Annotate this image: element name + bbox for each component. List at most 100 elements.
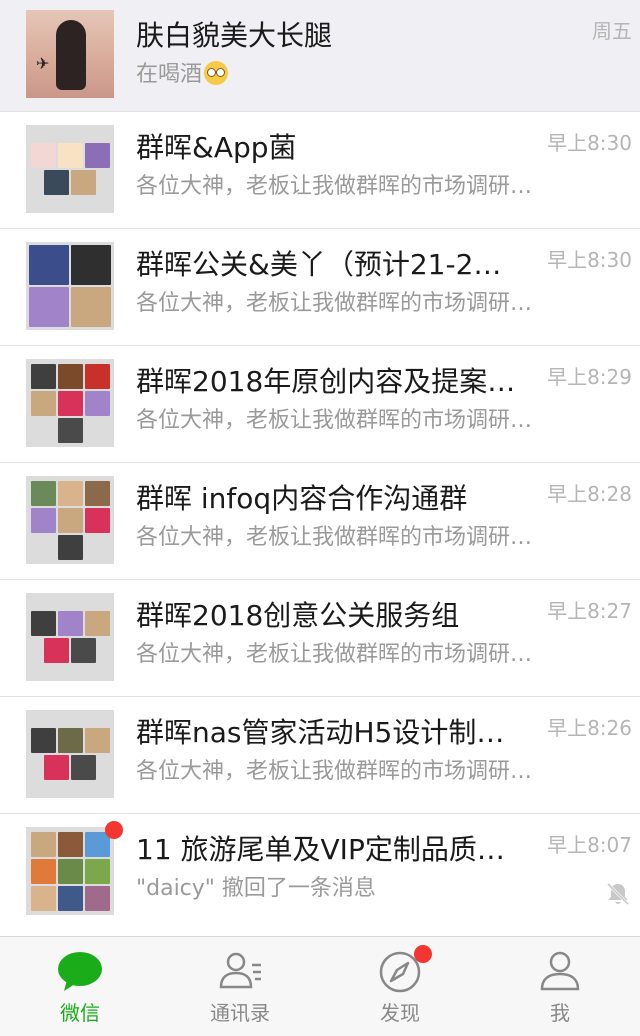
- avatar-tile: [29, 245, 69, 285]
- avatar-tile: [29, 287, 69, 327]
- chat-row-pinned[interactable]: ✈ 肤白貌美大长腿 在喝酒 周五: [0, 0, 640, 112]
- avatar-tile: [71, 287, 111, 327]
- avatar-tile: [84, 390, 110, 416]
- avatar-tile: [44, 755, 69, 780]
- discover-badge: [414, 945, 432, 963]
- group-avatar[interactable]: [26, 593, 114, 681]
- chat-time: 早上8:07: [547, 833, 632, 857]
- avatar-tile: [57, 480, 83, 506]
- avatar-tile: [30, 728, 56, 753]
- tab-label: 通讯录: [210, 1001, 270, 1025]
- tab-wechat[interactable]: 微信: [0, 937, 160, 1036]
- avatar-tile: [57, 858, 83, 884]
- avatar-tile: [84, 480, 110, 506]
- avatar-grid: [29, 245, 111, 327]
- group-avatar[interactable]: [26, 242, 114, 330]
- wechat-app: ✈ 肤白貌美大长腿 在喝酒 周五 群晖&App菌 各位大神，老板让我做群晖的市场…: [0, 0, 640, 1036]
- person-icon: [540, 951, 580, 991]
- group-avatar[interactable]: [26, 359, 114, 447]
- avatar-tile: [57, 363, 83, 389]
- flushed-face-emoji-icon: [204, 61, 229, 85]
- avatar-tile: [84, 611, 110, 636]
- chat-list: ✈ 肤白貌美大长腿 在喝酒 周五 群晖&App菌 各位大神，老板让我做群晖的市场…: [0, 0, 640, 936]
- tab-discover[interactable]: 发现: [320, 937, 480, 1036]
- avatar-tile: [84, 507, 110, 533]
- avatar-tile: [57, 417, 83, 443]
- chat-title: 群晖&App菌: [136, 131, 297, 164]
- group-avatar[interactable]: [26, 821, 123, 915]
- avatar-grid: [29, 479, 111, 561]
- chat-row[interactable]: 群晖nas管家活动H5设计制… 各位大神，老板让我做群晖的市场调研… 早上8:2…: [0, 697, 640, 814]
- avatar-tile: [71, 245, 111, 285]
- unread-dot: [105, 821, 123, 839]
- group-avatar[interactable]: [26, 476, 114, 564]
- chat-title: 群晖 infoq内容合作沟通群: [136, 482, 468, 515]
- chat-time: 早上8:28: [547, 482, 632, 506]
- tab-label: 我: [550, 1001, 570, 1025]
- chat-row[interactable]: 群晖2018年原创内容及提案… 各位大神，老板让我做群晖的市场调研… 早上8:2…: [0, 346, 640, 463]
- avatar-tile: [44, 638, 69, 663]
- group-avatar[interactable]: [26, 125, 114, 213]
- chat-title: 群晖2018创意公关服务组: [136, 599, 460, 632]
- chat-time: 早上8:27: [547, 599, 632, 623]
- chat-row[interactable]: 群晖&App菌 各位大神，老板让我做群晖的市场调研… 早上8:30: [0, 112, 640, 229]
- avatar-tile: [84, 728, 110, 753]
- avatar-tile: [57, 831, 83, 857]
- chat-title: 群晖公关&美丫（预计21-25…: [136, 248, 516, 281]
- chat-row[interactable]: 群晖公关&美丫（预计21-25… 各位大神，老板让我做群晖的市场调研… 早上8:…: [0, 229, 640, 346]
- chat-preview: 各位大神，老板让我做群晖的市场调研…: [136, 174, 533, 199]
- avatar-tile: [84, 143, 110, 168]
- group-avatar[interactable]: [26, 710, 114, 798]
- avatar-tile: [71, 755, 96, 780]
- avatar-tile: [44, 170, 69, 195]
- chat-preview: "daicy" 撤回了一条消息: [136, 876, 376, 901]
- chat-title: 11 旅游尾单及VIP定制品质…: [136, 833, 505, 866]
- tab-label: 微信: [60, 1001, 100, 1025]
- avatar-tile: [57, 885, 83, 911]
- avatar-tile: [30, 611, 56, 636]
- chat-time: 早上8:30: [547, 131, 632, 155]
- avatar[interactable]: ✈: [26, 10, 114, 98]
- avatar-grid: [29, 362, 111, 444]
- avatar-tile: [57, 143, 83, 168]
- chat-preview: 各位大神，老板让我做群晖的市场调研…: [136, 291, 533, 316]
- chat-row[interactable]: 11 旅游尾单及VIP定制品质… "daicy" 撤回了一条消息 早上8:07: [0, 814, 640, 934]
- tab-label: 发现: [380, 1001, 420, 1025]
- avatar-tile: [30, 143, 56, 168]
- avatar-tile: [57, 534, 83, 560]
- avatar-grid: [29, 830, 111, 912]
- chat-title: 群晖nas管家活动H5设计制…: [136, 716, 505, 749]
- avatar-tile: [84, 363, 110, 389]
- avatar-tile: [71, 170, 96, 195]
- chat-title: 群晖2018年原创内容及提案…: [136, 365, 516, 398]
- avatar-tile: [30, 507, 56, 533]
- chat-preview: 各位大神，老板让我做群晖的市场调研…: [136, 525, 533, 550]
- chat-time: 早上8:30: [547, 248, 632, 272]
- avatar-tile: [30, 480, 56, 506]
- avatar-tile: [30, 363, 56, 389]
- chat-row[interactable]: 群晖2018创意公关服务组 各位大神，老板让我做群晖的市场调研… 早上8:27: [0, 580, 640, 697]
- chat-preview: 在喝酒: [136, 61, 556, 89]
- tab-contacts[interactable]: 通讯录: [160, 937, 320, 1036]
- avatar-tile: [57, 728, 83, 753]
- avatar-tile: [84, 885, 110, 911]
- chat-row[interactable]: 群晖 infoq内容合作沟通群 各位大神，老板让我做群晖的市场调研… 早上8:2…: [0, 463, 640, 580]
- avatar-tile: [57, 507, 83, 533]
- mute-bell-icon: [606, 882, 630, 906]
- avatar-tile: [30, 390, 56, 416]
- chat-bubble-icon: [58, 952, 102, 991]
- avatar-grid: [29, 596, 111, 678]
- avatar-tile: [57, 611, 83, 636]
- avatar-image: ✈: [26, 10, 114, 98]
- avatar-tile: [30, 858, 56, 884]
- avatar-tile: [30, 885, 56, 911]
- contacts-icon: [219, 952, 261, 989]
- chat-preview: 各位大神，老板让我做群晖的市场调研…: [136, 759, 533, 784]
- chat-title: 肤白貌美大长腿: [136, 19, 333, 52]
- chat-preview-text: 在喝酒: [136, 62, 203, 87]
- avatar-tile: [30, 831, 56, 857]
- avatar-tile: [71, 638, 96, 663]
- avatar-grid: [29, 128, 111, 210]
- tab-me[interactable]: 我: [480, 937, 640, 1036]
- avatar-tile: [84, 858, 110, 884]
